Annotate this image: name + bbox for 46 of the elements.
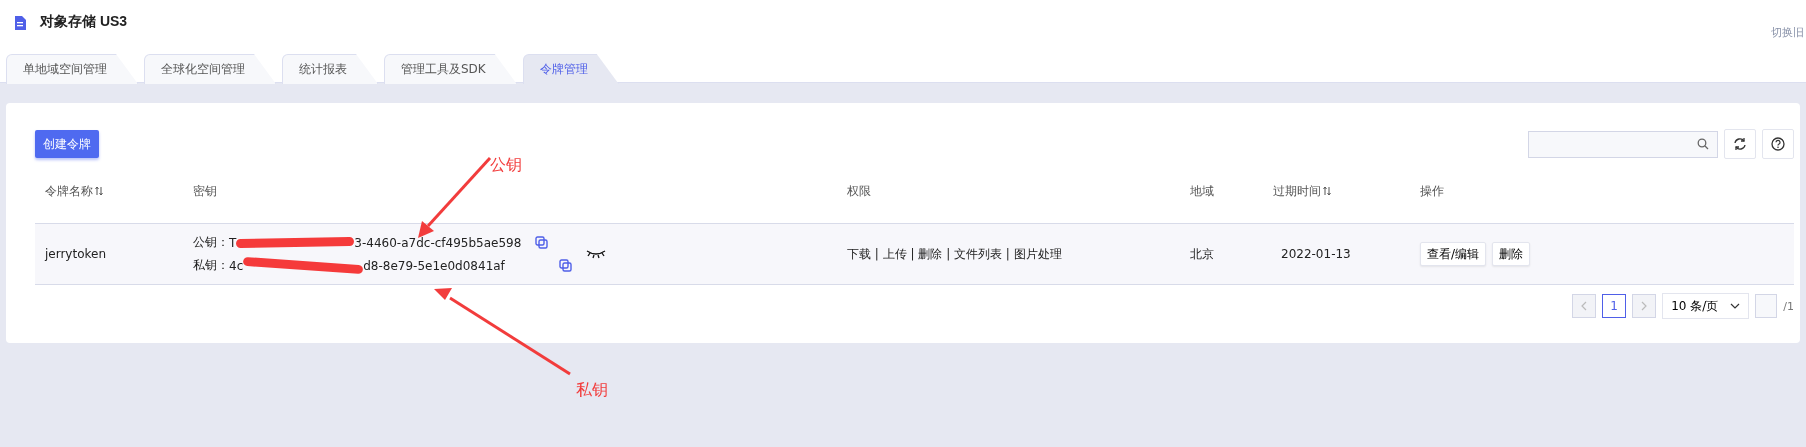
refresh-button[interactable] [1724, 129, 1756, 159]
key-start: 4c [229, 258, 244, 273]
key-start: T [229, 235, 237, 250]
view-edit-button[interactable]: 查看/编辑 [1420, 242, 1487, 266]
column-header: 权限 [847, 182, 871, 200]
chevron-down-icon [1730, 303, 1741, 309]
table-cell: 北京 [1190, 245, 1214, 263]
column-header: 操作 [1420, 182, 1444, 200]
tab[interactable]: 统计报表 [282, 54, 378, 84]
copy-icon[interactable] [535, 236, 549, 249]
table-cell: jerrytoken [45, 247, 107, 261]
key-label: 公钥： [193, 234, 229, 251]
closed-eye-icon[interactable] [585, 249, 606, 259]
help-button[interactable] [1762, 129, 1794, 159]
tab[interactable]: 管理工具及SDK [384, 54, 517, 84]
copy-icon[interactable] [558, 259, 572, 272]
key-end: d8-8e79-5e1e0d0841af [363, 258, 505, 273]
chevron-left-icon [1581, 301, 1588, 311]
page-button[interactable]: 1 [1602, 294, 1627, 318]
search-icon [1697, 138, 1709, 150]
column-header: 地域 [1190, 182, 1214, 200]
page-title: 对象存储 US3 [40, 13, 128, 31]
tab[interactable]: 单地域空间管理 [6, 54, 138, 84]
document-icon [14, 16, 26, 30]
tab[interactable]: 令牌管理 [522, 54, 619, 84]
column-header[interactable]: 过期时间 [1273, 182, 1331, 200]
chevron-right-icon [1641, 301, 1648, 311]
tab[interactable]: 全球化空间管理 [144, 54, 276, 84]
page-jump-field[interactable] [1755, 294, 1778, 318]
key-end: 3-4460-a7dc-cf495b5ae598 [354, 235, 522, 250]
table-cell: 2022-01-13 [1281, 247, 1351, 261]
search-field[interactable] [1528, 130, 1718, 158]
help-icon [1771, 137, 1785, 151]
page-total: /1 [1783, 299, 1794, 313]
key-label: 私钥： [193, 257, 229, 274]
delete-button[interactable]: 删除 [1492, 242, 1531, 266]
annotation-label: 公钥 [490, 155, 522, 176]
create-token-button[interactable]: 创建令牌 [35, 130, 99, 158]
annotation-label: 私钥 [576, 380, 608, 401]
sort-icon[interactable] [1323, 186, 1331, 196]
refresh-icon [1733, 137, 1747, 151]
column-header: 密钥 [193, 182, 217, 200]
column-header[interactable]: 令牌名称 [45, 182, 103, 200]
table-cell: 下载 | 上传 | 删除 | 文件列表 | 图片处理 [847, 245, 1062, 263]
page-size-dropdown[interactable]: 10 条/页 [1662, 293, 1750, 319]
sort-icon[interactable] [95, 186, 103, 196]
